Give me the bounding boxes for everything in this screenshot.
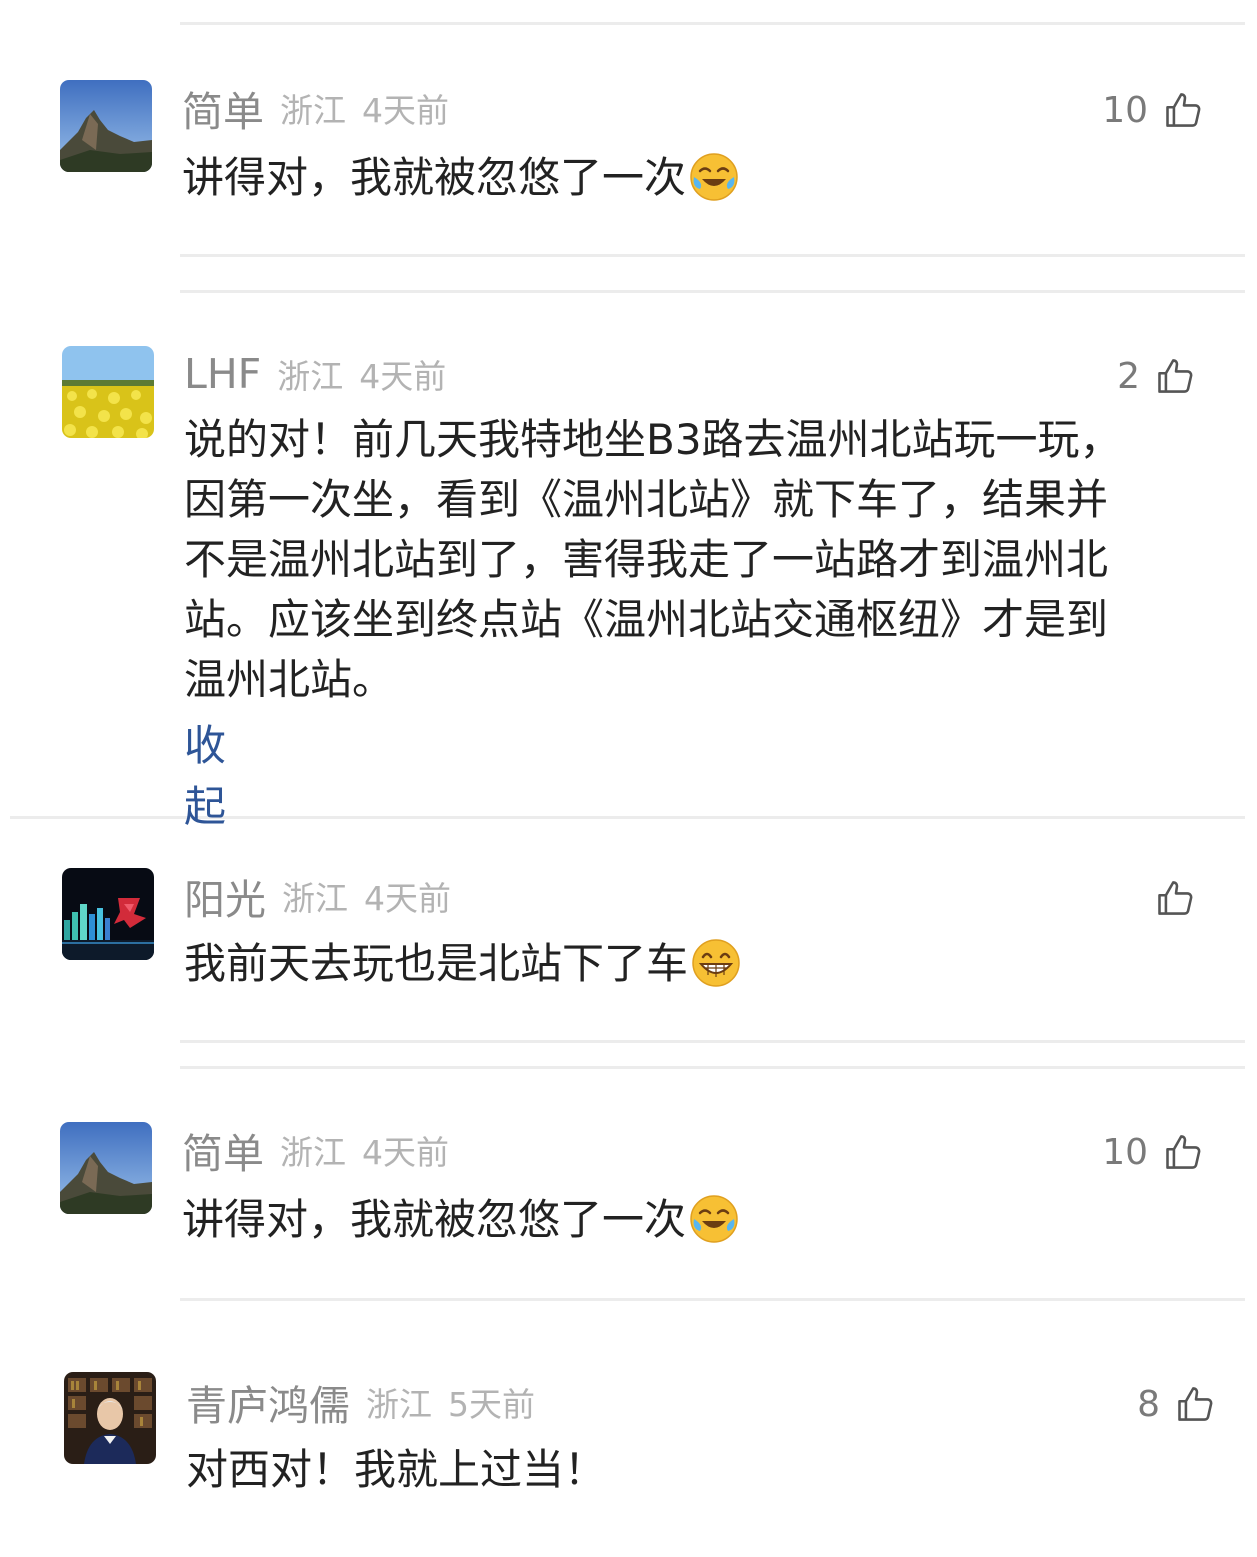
divider [180, 22, 1245, 25]
grin-emoji [690, 937, 742, 989]
username[interactable]: 青庐鸿儒 [186, 1372, 350, 1432]
thumbs-up-icon [1178, 1387, 1213, 1421]
comment-text: 我前天去玩也是北站下了车 [184, 934, 742, 994]
divider [180, 290, 1245, 293]
comment-text: 讲得对，我就被忽悠了一次 [182, 1190, 740, 1250]
timestamp: 4天前 [364, 879, 451, 918]
comment-meta: 阳光 浙江 4天前 [184, 868, 451, 924]
divider [180, 1066, 1245, 1069]
timestamp: 4天前 [359, 357, 447, 396]
like-count: 8 [1137, 1383, 1160, 1425]
comment-text-line: 说的对！前几天我特地坐B3路去温州北站玩一玩， [184, 415, 1122, 464]
comment-text-line: 不是温州北站到了，害得我走了一站路才到温州北 [184, 535, 1109, 584]
like-button[interactable]: 8 [1070, 1376, 1218, 1432]
divider [180, 254, 1245, 257]
comment-meta: 简单 浙江 4天前 [182, 80, 449, 136]
comment-text-line: 站。应该坐到终点站《温州北站交通枢纽》才是到 [184, 595, 1109, 644]
avatar[interactable] [64, 1372, 156, 1464]
avatar[interactable] [62, 346, 154, 438]
username[interactable]: 阳光 [184, 866, 266, 926]
divider [180, 1298, 1245, 1301]
like-button[interactable]: 10 [1050, 82, 1206, 138]
comment-text: 对西对！我就上过当！ [186, 1440, 606, 1500]
username[interactable]: 简单 [182, 1120, 264, 1180]
thumbs-up-icon [1166, 93, 1201, 127]
comment-text: 讲得对，我就被忽悠了一次 [182, 148, 740, 208]
city-night-avatar-image [62, 868, 154, 960]
comment-text: 说的对！前几天我特地坐B3路去温州北站玩一玩， 因第一次坐，看到《温州北站》就下… [184, 410, 1122, 710]
region-label: 浙江 [280, 91, 346, 130]
thumbs-up-icon [1158, 881, 1193, 915]
comment-text-content: 我前天去玩也是北站下了车 [184, 939, 689, 988]
mountain-avatar-image [60, 1122, 152, 1214]
comment-text-content: 对西对！我就上过当！ [186, 1445, 607, 1494]
person-portrait-avatar-image [64, 1372, 156, 1464]
avatar[interactable] [60, 1122, 152, 1214]
laugh-cry-emoji [688, 151, 740, 203]
like-count: 10 [1102, 89, 1148, 131]
divider [180, 1040, 1245, 1043]
flower-field-avatar-image [62, 346, 154, 438]
like-count: 2 [1117, 355, 1140, 397]
like-button[interactable]: 10 [1050, 1124, 1206, 1180]
username[interactable]: LHF [184, 350, 261, 398]
comment-text-line: 温州北站。 [184, 655, 395, 704]
comment-text-content: 讲得对，我就被忽悠了一次 [182, 1195, 687, 1244]
comment-meta: 简单 浙江 4天前 [182, 1122, 449, 1178]
comment-text-content: 讲得对，我就被忽悠了一次 [182, 153, 687, 202]
region-label: 浙江 [282, 879, 348, 918]
timestamp: 4天前 [362, 1133, 449, 1172]
like-count: 10 [1102, 1131, 1148, 1173]
comment-text-line: 因第一次坐，看到《温州北站》就下车了，结果并 [184, 475, 1109, 524]
avatar[interactable] [62, 868, 154, 960]
comment-meta: 青庐鸿儒 浙江 5天前 [186, 1374, 535, 1430]
timestamp: 4天前 [362, 91, 449, 130]
mountain-avatar-image [60, 80, 152, 172]
avatar[interactable] [60, 80, 152, 172]
comment-meta: LHF 浙江 4天前 [184, 346, 446, 402]
collapse-link[interactable]: 收起 [184, 712, 226, 834]
timestamp: 5天前 [448, 1385, 535, 1424]
thumbs-up-icon [1166, 1135, 1201, 1169]
like-button[interactable]: 2 [1050, 348, 1198, 404]
username[interactable]: 简单 [182, 78, 264, 138]
thumbs-up-icon [1158, 359, 1193, 393]
region-label: 浙江 [277, 357, 344, 396]
region-label: 浙江 [366, 1385, 432, 1424]
like-button[interactable] [1050, 870, 1198, 926]
region-label: 浙江 [280, 1133, 346, 1172]
laugh-cry-emoji [688, 1193, 740, 1245]
